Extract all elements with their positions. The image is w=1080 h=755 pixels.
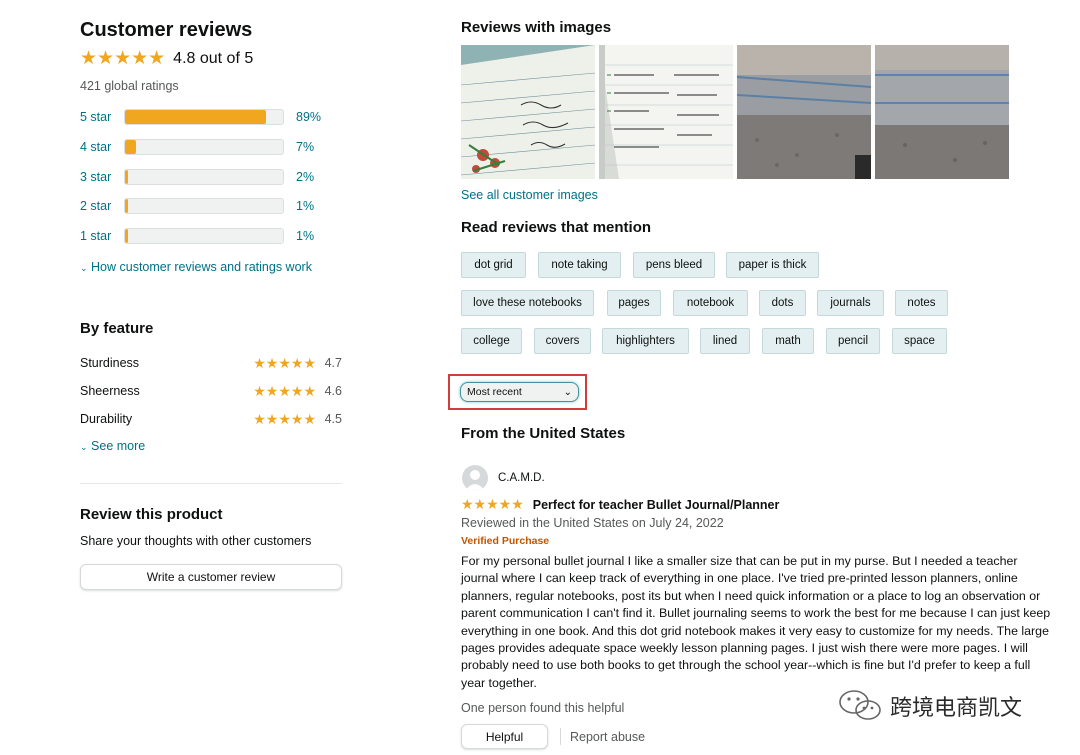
mention-chip[interactable]: paper is thick xyxy=(726,252,819,278)
mention-chip[interactable]: note taking xyxy=(538,252,621,278)
feature-value: 4.5 xyxy=(324,412,342,426)
review-meta: Reviewed in the United States on July 24… xyxy=(461,516,724,530)
review-stars-icon: ★★★★★ xyxy=(461,496,524,512)
review-body: For my personal bullet journal I like a … xyxy=(461,554,1051,690)
chevron-down-icon: ⌄ xyxy=(563,386,572,398)
histogram-star-label[interactable]: 4 star xyxy=(80,140,124,154)
feature-row: Durability ★★★★★ 4.5 xyxy=(80,410,342,428)
see-more-label: See more xyxy=(91,439,146,453)
mention-chip[interactable]: pencil xyxy=(826,328,880,354)
overall-stars-icon: ★★★★★ xyxy=(80,48,166,69)
divider xyxy=(80,483,342,484)
mention-chip[interactable]: highlighters xyxy=(602,328,689,354)
by-feature-title: By feature xyxy=(80,320,154,337)
histogram-row[interactable]: 4 star 7% xyxy=(80,138,314,156)
mention-chip[interactable]: notebook xyxy=(673,290,748,316)
feature-value: 4.7 xyxy=(324,356,342,370)
histogram-star-label[interactable]: 2 star xyxy=(80,199,124,213)
mention-chip[interactable]: math xyxy=(762,328,814,354)
from-country-title: From the United States xyxy=(461,425,626,442)
mention-chip[interactable]: pens bleed xyxy=(633,252,715,278)
mention-chip[interactable]: journals xyxy=(817,290,884,316)
feature-stars-icon: ★★★★★ xyxy=(253,382,316,399)
mentions-title: Read reviews that mention xyxy=(461,219,652,236)
rating-text: 4.8 out of 5 xyxy=(173,49,254,67)
sort-selected-value: Most recent xyxy=(467,386,522,398)
histogram-bar[interactable] xyxy=(124,139,284,155)
histogram-bar[interactable] xyxy=(124,169,284,185)
feature-row: Sheerness ★★★★★ 4.6 xyxy=(80,382,342,400)
histogram-row[interactable]: 3 star 2% xyxy=(80,168,314,186)
review-image-1[interactable] xyxy=(461,45,595,179)
write-review-button[interactable]: Write a customer review xyxy=(80,564,342,590)
reviews-with-images-title: Reviews with images xyxy=(461,19,612,36)
customer-reviews-title: Customer reviews xyxy=(80,19,253,41)
review-image-3[interactable] xyxy=(737,45,871,179)
histogram-fill xyxy=(125,140,137,154)
mention-chip[interactable]: covers xyxy=(534,328,591,354)
histogram-star-label[interactable]: 3 star xyxy=(80,170,124,184)
feature-name: Sheerness xyxy=(80,384,140,398)
divider xyxy=(560,728,561,745)
overall-rating: ★★★★★ 4.8 out of 5 xyxy=(80,47,253,70)
wechat-icon xyxy=(839,690,881,720)
feature-name: Sturdiness xyxy=(80,356,140,370)
avatar xyxy=(462,465,488,491)
mention-chip[interactable]: dot grid xyxy=(461,252,526,278)
histogram-row[interactable]: 5 star 89% xyxy=(80,108,321,126)
mention-chip[interactable]: lined xyxy=(700,328,750,354)
feature-name: Durability xyxy=(80,412,133,426)
chevron-down-icon: ⌄ xyxy=(80,263,88,273)
review-headline[interactable]: Perfect for teacher Bullet Journal/Plann… xyxy=(533,498,780,512)
sort-dropdown[interactable]: Most recent ⌄ xyxy=(460,382,579,402)
histogram-bar[interactable] xyxy=(124,228,284,244)
feature-stars-icon: ★★★★★ xyxy=(253,354,316,371)
histogram-bar[interactable] xyxy=(124,198,284,214)
helpful-button[interactable]: Helpful xyxy=(461,724,548,749)
chevron-down-icon: ⌄ xyxy=(80,442,88,452)
watermark-text: 跨境电商凯文 xyxy=(890,695,1023,720)
mention-chip[interactable]: dots xyxy=(759,290,806,316)
histogram-star-label[interactable]: 1 star xyxy=(80,229,124,243)
histogram-percent[interactable]: 89% xyxy=(296,110,321,124)
mention-chip[interactable]: notes xyxy=(895,290,948,316)
review-image-2[interactable] xyxy=(599,45,733,179)
watermark: 跨境电商凯文 xyxy=(838,688,1022,724)
histogram-row[interactable]: 2 star 1% xyxy=(80,197,314,215)
histogram-bar[interactable] xyxy=(124,109,284,125)
review-product-subtitle: Share your thoughts with other customers xyxy=(80,534,312,548)
review-author: C.A.M.D. xyxy=(498,472,545,484)
see-all-images-link[interactable]: See all customer images xyxy=(461,188,598,202)
global-ratings-count: 421 global ratings xyxy=(80,79,179,93)
how-reviews-work-label: How customer reviews and ratings work xyxy=(91,260,312,274)
review-product-title: Review this product xyxy=(80,506,223,523)
how-reviews-work-link[interactable]: ⌄ How customer reviews and ratings work xyxy=(80,260,312,274)
histogram-percent[interactable]: 2% xyxy=(296,170,314,184)
histogram-fill xyxy=(125,229,129,243)
histogram-fill xyxy=(125,199,129,213)
mention-chip[interactable]: pages xyxy=(607,290,661,316)
histogram-percent[interactable]: 1% xyxy=(296,229,314,243)
histogram-percent[interactable]: 1% xyxy=(296,199,314,213)
feature-value: 4.6 xyxy=(324,384,342,398)
person-icon xyxy=(465,470,485,491)
mention-chip[interactable]: love these notebooks xyxy=(461,290,594,316)
review-image-4[interactable] xyxy=(875,45,1009,179)
feature-row: Sturdiness ★★★★★ 4.7 xyxy=(80,354,342,372)
see-more-link[interactable]: ⌄ See more xyxy=(80,439,145,453)
verified-purchase-badge: Verified Purchase xyxy=(461,535,550,547)
histogram-row[interactable]: 1 star 1% xyxy=(80,227,314,245)
mention-chip[interactable]: college xyxy=(461,328,522,354)
histogram-star-label[interactable]: 5 star xyxy=(80,110,124,124)
histogram-percent[interactable]: 7% xyxy=(296,140,314,154)
histogram-fill xyxy=(125,170,129,184)
feature-stars-icon: ★★★★★ xyxy=(253,410,316,427)
review-header: ★★★★★ Perfect for teacher Bullet Journal… xyxy=(461,496,779,513)
histogram-fill xyxy=(125,110,266,124)
mention-chip[interactable]: space xyxy=(892,328,947,354)
report-abuse-link[interactable]: Report abuse xyxy=(570,730,645,744)
helpful-count: One person found this helpful xyxy=(461,701,625,715)
